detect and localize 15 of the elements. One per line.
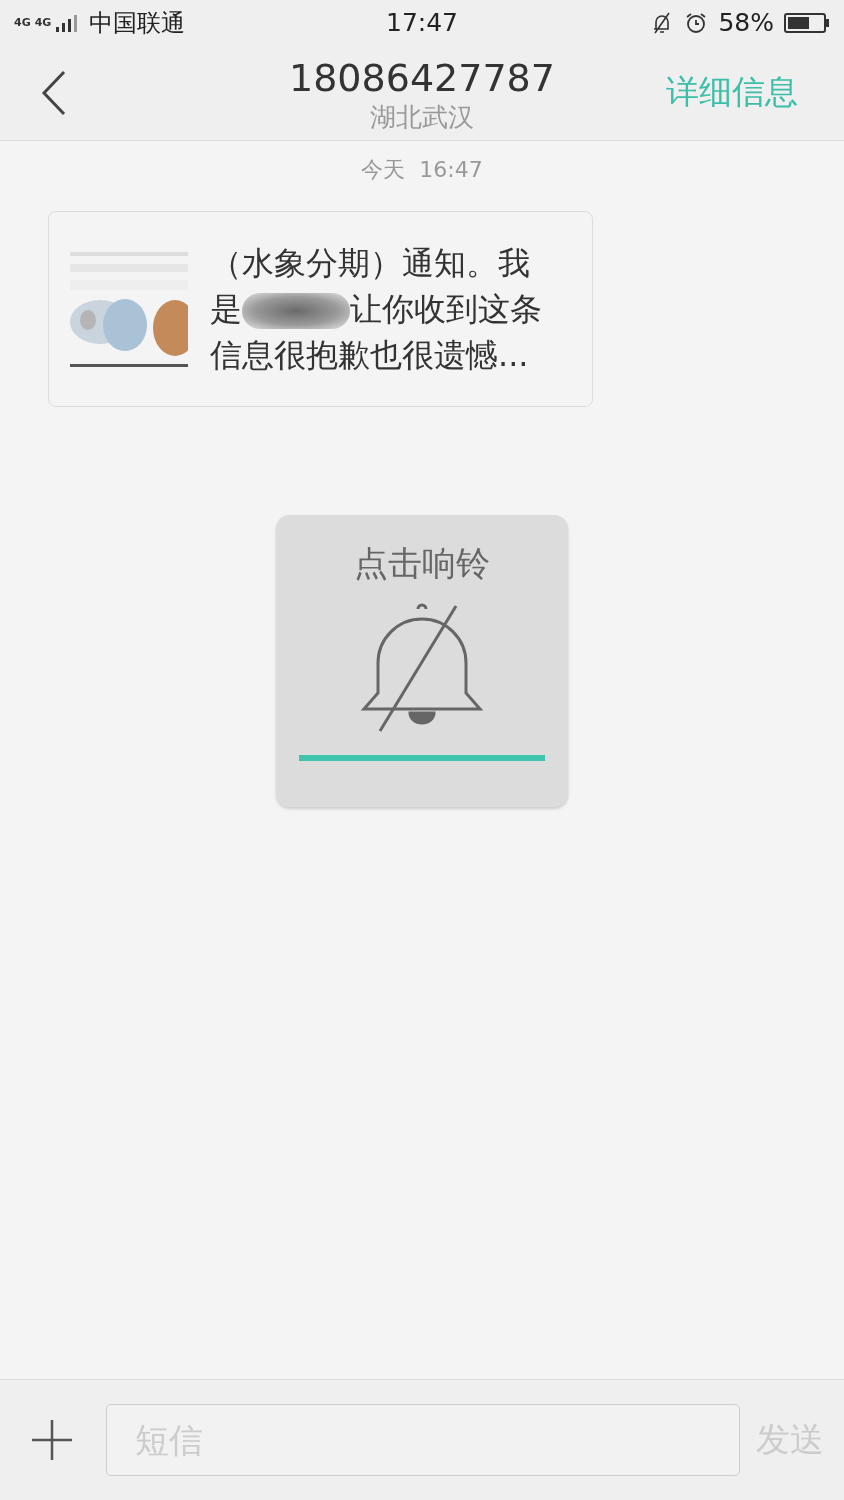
ring-title: 点击响铃 xyxy=(354,542,490,585)
message-text: （水象分期）通知。我是 让你收到这条信息很抱歉也很遗憾... xyxy=(210,243,543,376)
clock: 17:47 xyxy=(386,8,458,37)
message-timestamp: 今天 16:47 xyxy=(361,156,483,184)
network-label: 4G xyxy=(34,16,52,29)
message-bubble[interactable]: （水象分期）通知。我是 让你收到这条信息很抱歉也很遗憾... xyxy=(48,211,593,407)
carrier-name: 中国联通 xyxy=(89,7,186,39)
contact-number: 18086427787 xyxy=(289,55,555,101)
battery-percent: 58% xyxy=(718,8,774,37)
contact-location: 湖北武汉 xyxy=(370,101,474,133)
back-button[interactable] xyxy=(40,68,68,117)
add-button[interactable] xyxy=(30,1418,74,1462)
ring-card[interactable]: 点击响铃 xyxy=(276,515,568,807)
battery-icon xyxy=(784,12,830,33)
network-label: 4G xyxy=(14,16,31,29)
